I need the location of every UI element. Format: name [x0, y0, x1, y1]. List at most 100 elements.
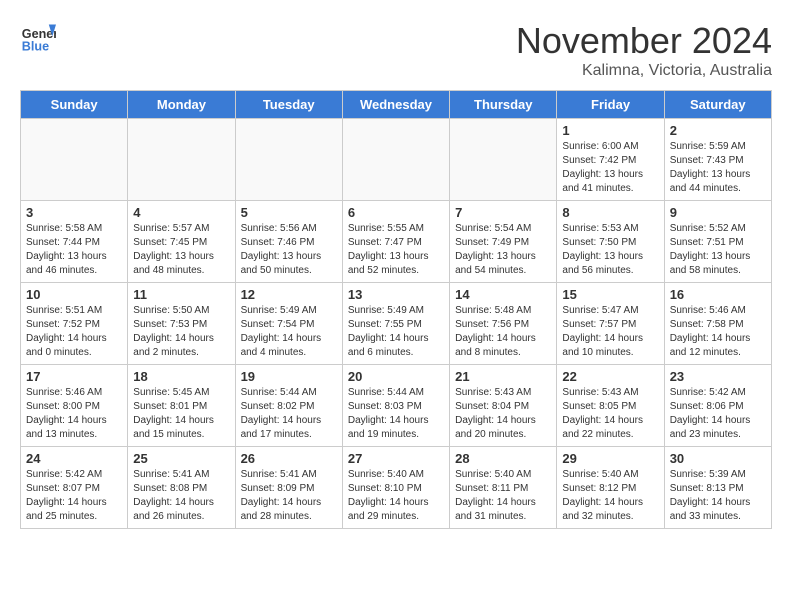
day-info: Sunrise: 5:51 AMSunset: 7:52 PMDaylight:… [26, 304, 122, 360]
calendar-cell: 26Sunrise: 5:41 AMSunset: 8:09 PMDayligh… [235, 447, 342, 529]
day-number: 20 [348, 369, 444, 384]
day-info: Sunrise: 5:58 AMSunset: 7:44 PMDaylight:… [26, 222, 122, 278]
day-info: Sunrise: 5:42 AMSunset: 8:07 PMDaylight:… [26, 468, 122, 524]
weekday-header-thursday: Thursday [450, 91, 557, 119]
day-number: 10 [26, 287, 122, 302]
calendar-cell: 7 Sunrise: 5:54 AMSunset: 7:49 PMDaylight… [450, 201, 557, 283]
week-row-1: 3 Sunrise: 5:58 AMSunset: 7:44 PMDaylight… [21, 201, 772, 283]
logo: General Blue [20, 20, 56, 56]
day-number: 14 [455, 287, 551, 302]
calendar-cell: 18Sunrise: 5:45 AMSunset: 8:01 PMDayligh… [128, 365, 235, 447]
day-info: Sunrise: 5:50 AMSunset: 7:53 PMDaylight:… [133, 304, 229, 360]
day-number: 29 [562, 451, 658, 466]
day-number: 13 [348, 287, 444, 302]
day-info: Sunrise: 5:55 AMSunset: 7:47 PMDaylight:… [348, 222, 444, 278]
day-number: 30 [670, 451, 766, 466]
calendar-cell: 15Sunrise: 5:47 AMSunset: 7:57 PMDayligh… [557, 283, 664, 365]
day-info: Sunrise: 5:56 AMSunset: 7:46 PMDaylight:… [241, 222, 337, 278]
day-number: 7 [455, 205, 551, 220]
week-row-0: 1 Sunrise: 6:00 AMSunset: 7:42 PMDaylight… [21, 119, 772, 201]
day-info: Sunrise: 5:40 AMSunset: 8:11 PMDaylight:… [455, 468, 551, 524]
day-number: 16 [670, 287, 766, 302]
day-number: 19 [241, 369, 337, 384]
day-number: 23 [670, 369, 766, 384]
day-info: Sunrise: 5:46 AMSunset: 7:58 PMDaylight:… [670, 304, 766, 360]
day-number: 21 [455, 369, 551, 384]
title-area: November 2024 Kalimna, Victoria, Austral… [516, 20, 772, 80]
calendar-cell: 11 Sunrise: 5:50 AMSunset: 7:53 PMDayligh… [128, 283, 235, 365]
day-number: 4 [133, 205, 229, 220]
day-info: Sunrise: 5:54 AMSunset: 7:49 PMDaylight:… [455, 222, 551, 278]
calendar-cell [128, 119, 235, 201]
day-info: Sunrise: 5:47 AMSunset: 7:57 PMDaylight:… [562, 304, 658, 360]
calendar-cell: 4 Sunrise: 5:57 AMSunset: 7:45 PMDaylight… [128, 201, 235, 283]
calendar-cell: 25 Sunrise: 5:41 AMSunset: 8:08 PMDayligh… [128, 447, 235, 529]
day-number: 11 [133, 287, 229, 302]
week-row-2: 10 Sunrise: 5:51 AMSunset: 7:52 PMDayligh… [21, 283, 772, 365]
calendar-cell: 17 Sunrise: 5:46 AMSunset: 8:00 PMDayligh… [21, 365, 128, 447]
calendar-cell: 14Sunrise: 5:48 AMSunset: 7:56 PMDayligh… [450, 283, 557, 365]
day-info: Sunrise: 5:49 AMSunset: 7:54 PMDaylight:… [241, 304, 337, 360]
calendar-cell: 2Sunrise: 5:59 AMSunset: 7:43 PMDaylight… [664, 119, 771, 201]
day-info: Sunrise: 5:40 AMSunset: 8:12 PMDaylight:… [562, 468, 658, 524]
week-row-3: 17 Sunrise: 5:46 AMSunset: 8:00 PMDayligh… [21, 365, 772, 447]
day-info: Sunrise: 5:57 AMSunset: 7:45 PMDaylight:… [133, 222, 229, 278]
calendar-cell: 19 Sunrise: 5:44 AMSunset: 8:02 PMDayligh… [235, 365, 342, 447]
calendar-body: 1 Sunrise: 6:00 AMSunset: 7:42 PMDaylight… [21, 119, 772, 529]
calendar-cell: 20 Sunrise: 5:44 AMSunset: 8:03 PMDayligh… [342, 365, 449, 447]
calendar-cell [342, 119, 449, 201]
calendar-cell: 30 Sunrise: 5:39 AMSunset: 8:13 PMDayligh… [664, 447, 771, 529]
calendar-cell: 24 Sunrise: 5:42 AMSunset: 8:07 PMDayligh… [21, 447, 128, 529]
day-number: 8 [562, 205, 658, 220]
day-info: Sunrise: 5:44 AMSunset: 8:03 PMDaylight:… [348, 386, 444, 442]
day-info: Sunrise: 6:00 AMSunset: 7:42 PMDaylight:… [562, 140, 658, 196]
calendar-cell: 5 Sunrise: 5:56 AMSunset: 7:46 PMDaylight… [235, 201, 342, 283]
day-number: 9 [670, 205, 766, 220]
weekday-header-row: SundayMondayTuesdayWednesdayThursdayFrid… [21, 91, 772, 119]
calendar-cell: 6 Sunrise: 5:55 AMSunset: 7:47 PMDaylight… [342, 201, 449, 283]
day-info: Sunrise: 5:41 AMSunset: 8:08 PMDaylight:… [133, 468, 229, 524]
day-info: Sunrise: 5:39 AMSunset: 8:13 PMDaylight:… [670, 468, 766, 524]
day-number: 6 [348, 205, 444, 220]
calendar-cell: 22Sunrise: 5:43 AMSunset: 8:05 PMDayligh… [557, 365, 664, 447]
weekday-header-friday: Friday [557, 91, 664, 119]
day-info: Sunrise: 5:42 AMSunset: 8:06 PMDaylight:… [670, 386, 766, 442]
day-number: 3 [26, 205, 122, 220]
day-info: Sunrise: 5:52 AMSunset: 7:51 PMDaylight:… [670, 222, 766, 278]
svg-text:Blue: Blue [22, 40, 49, 54]
day-number: 24 [26, 451, 122, 466]
week-row-4: 24 Sunrise: 5:42 AMSunset: 8:07 PMDayligh… [21, 447, 772, 529]
calendar-cell: 27Sunrise: 5:40 AMSunset: 8:10 PMDayligh… [342, 447, 449, 529]
day-number: 5 [241, 205, 337, 220]
weekday-header-saturday: Saturday [664, 91, 771, 119]
calendar-cell: 12 Sunrise: 5:49 AMSunset: 7:54 PMDayligh… [235, 283, 342, 365]
day-number: 25 [133, 451, 229, 466]
month-title: November 2024 [516, 20, 772, 62]
calendar-cell: 8Sunrise: 5:53 AMSunset: 7:50 PMDaylight… [557, 201, 664, 283]
day-info: Sunrise: 5:46 AMSunset: 8:00 PMDaylight:… [26, 386, 122, 442]
day-info: Sunrise: 5:40 AMSunset: 8:10 PMDaylight:… [348, 468, 444, 524]
day-info: Sunrise: 5:43 AMSunset: 8:05 PMDaylight:… [562, 386, 658, 442]
day-number: 1 [562, 123, 658, 138]
calendar-cell: 10 Sunrise: 5:51 AMSunset: 7:52 PMDayligh… [21, 283, 128, 365]
calendar-cell: 9 Sunrise: 5:52 AMSunset: 7:51 PMDaylight… [664, 201, 771, 283]
day-info: Sunrise: 5:45 AMSunset: 8:01 PMDaylight:… [133, 386, 229, 442]
weekday-header-sunday: Sunday [21, 91, 128, 119]
day-info: Sunrise: 5:41 AMSunset: 8:09 PMDaylight:… [241, 468, 337, 524]
calendar-cell [235, 119, 342, 201]
day-info: Sunrise: 5:44 AMSunset: 8:02 PMDaylight:… [241, 386, 337, 442]
weekday-header-tuesday: Tuesday [235, 91, 342, 119]
calendar-cell: 3 Sunrise: 5:58 AMSunset: 7:44 PMDaylight… [21, 201, 128, 283]
calendar-cell: 1 Sunrise: 6:00 AMSunset: 7:42 PMDaylight… [557, 119, 664, 201]
day-number: 28 [455, 451, 551, 466]
calendar-table: SundayMondayTuesdayWednesdayThursdayFrid… [20, 90, 772, 529]
day-info: Sunrise: 5:49 AMSunset: 7:55 PMDaylight:… [348, 304, 444, 360]
calendar-cell: 21Sunrise: 5:43 AMSunset: 8:04 PMDayligh… [450, 365, 557, 447]
calendar-cell: 23 Sunrise: 5:42 AMSunset: 8:06 PMDayligh… [664, 365, 771, 447]
calendar-cell: 29 Sunrise: 5:40 AMSunset: 8:12 PMDayligh… [557, 447, 664, 529]
weekday-header-monday: Monday [128, 91, 235, 119]
day-number: 2 [670, 123, 766, 138]
day-number: 12 [241, 287, 337, 302]
page-header: General Blue November 2024 Kalimna, Vict… [20, 20, 772, 80]
day-number: 17 [26, 369, 122, 384]
